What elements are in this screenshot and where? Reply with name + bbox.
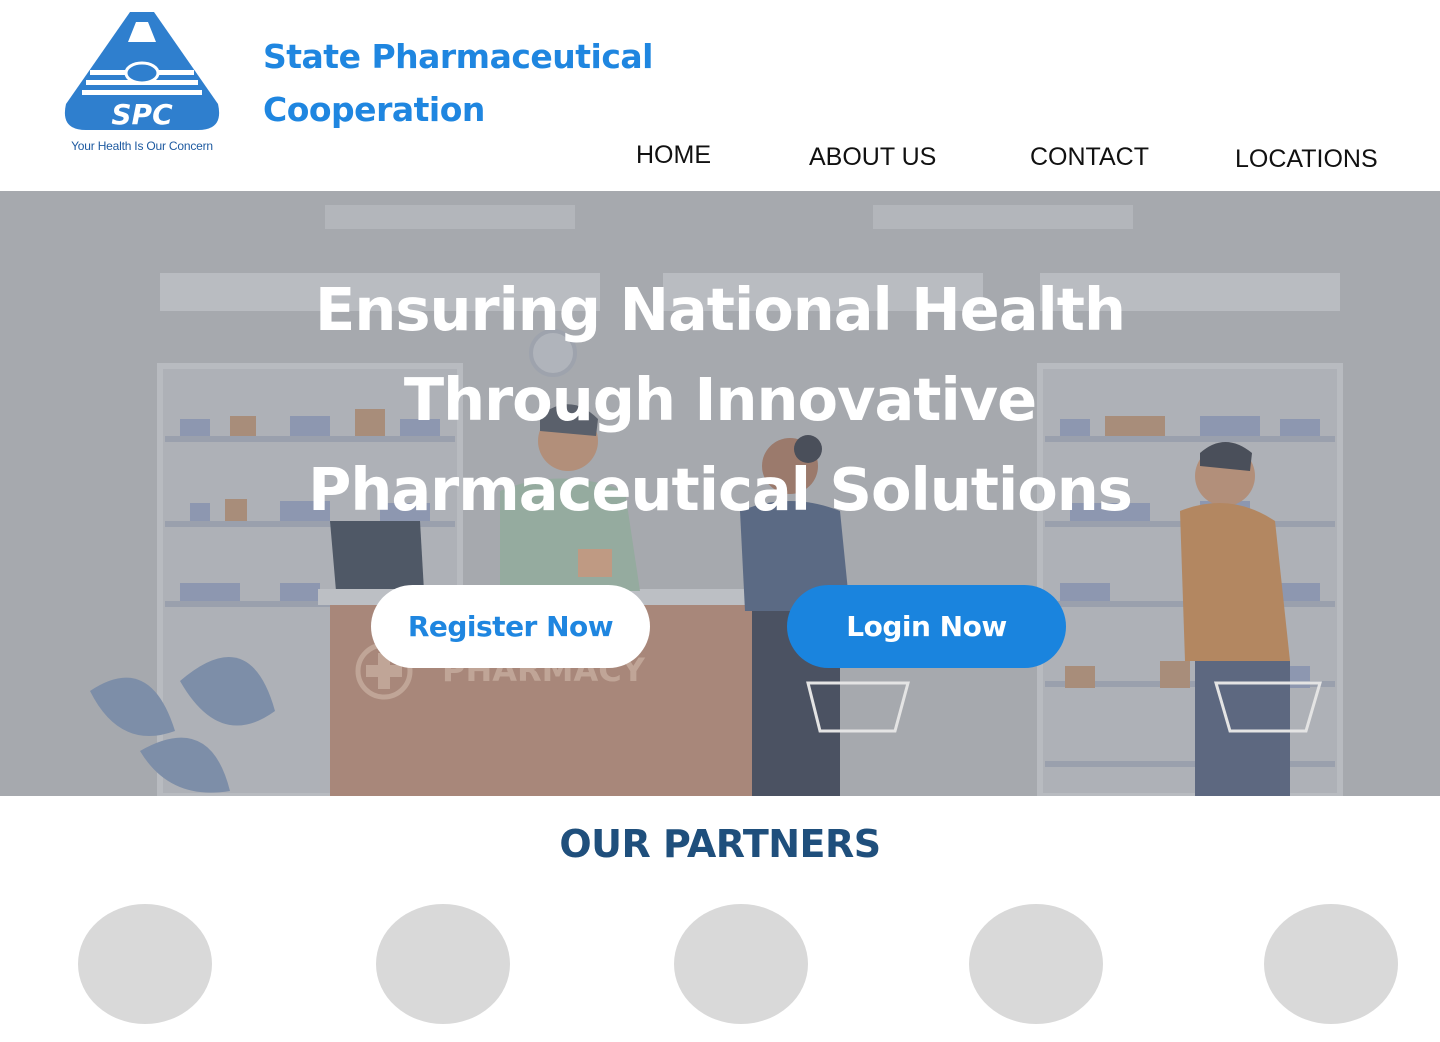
hero-headline-line-1: Ensuring National Health <box>315 275 1126 344</box>
login-now-button[interactable]: Login Now <box>787 585 1066 668</box>
nav-home[interactable]: HOME <box>636 141 711 170</box>
site-header: SPC Your Health Is Our Concern State Pha… <box>0 0 1440 191</box>
partners-heading: OUR PARTNERS <box>559 822 881 866</box>
hero-headline-line-2: Through Innovative <box>403 365 1037 434</box>
partner-logo-placeholder[interactable] <box>674 904 808 1024</box>
nav-about-us[interactable]: ABOUT US <box>809 143 936 172</box>
register-now-button[interactable]: Register Now <box>371 585 650 668</box>
hero-section: PHARMACY Ensuring National Health Throug… <box>0 191 1440 796</box>
brand-line-1: State Pharmaceutical <box>263 37 654 76</box>
logo-text: SPC <box>111 98 173 131</box>
brand-name[interactable]: State Pharmaceutical Cooperation <box>263 30 683 136</box>
nav-locations[interactable]: LOCATIONS <box>1235 145 1378 174</box>
spc-logo[interactable]: SPC Your Health Is Our Concern <box>52 8 232 158</box>
hero-headline: Ensuring National Health Through Innovat… <box>220 265 1220 535</box>
nav-contact[interactable]: CONTACT <box>1030 143 1149 172</box>
partner-logo-placeholder[interactable] <box>969 904 1103 1024</box>
spc-flask-logo-icon: SPC <box>64 12 220 131</box>
logo-tagline: Your Health Is Our Concern <box>71 139 213 153</box>
brand-line-2: Cooperation <box>263 90 485 129</box>
partner-logo-placeholder[interactable] <box>376 904 510 1024</box>
hero-headline-line-3: Pharmaceutical Solutions <box>308 455 1133 524</box>
partner-logo-placeholder[interactable] <box>78 904 212 1024</box>
partner-logo-placeholder[interactable] <box>1264 904 1398 1024</box>
